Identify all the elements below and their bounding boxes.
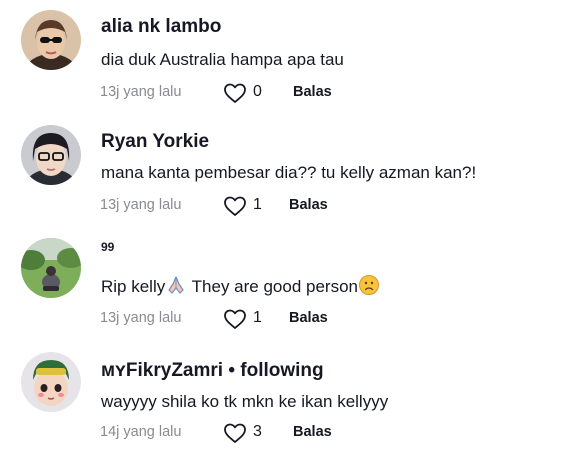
like-button[interactable] [223,82,247,104]
comment-time: 14j yang lalu [100,424,182,440]
reply-button[interactable]: Balas [293,84,332,100]
like-count: 3 [253,423,262,440]
comment-text-end: They are good person [187,277,358,296]
reply-button[interactable]: Balas [289,197,328,213]
comment-text: mana kanta pembesar dia?? tu kelly azman… [101,163,477,182]
reply-button[interactable]: Balas [289,310,328,326]
following-label: • following [223,360,324,381]
comment-username[interactable]: ᴍʏFikryZamri • following [101,360,324,382]
comment-item: Ryan Yorkie mana kanta pembesar dia?? tu… [0,125,581,240]
avatar[interactable] [21,10,81,70]
comment-username[interactable]: Ryan Yorkie [101,131,209,153]
like-count: 1 [253,196,262,213]
heart-outline-icon [224,423,246,443]
heart-outline-icon [224,309,246,329]
comment-item: ᴍʏFikryZamri • following wayyyy shila ko… [0,352,581,467]
comment-text: Rip kelly They are good person [101,274,380,297]
like-count: 0 [253,83,262,100]
comment-text: dia duk Australia hampa apa tau [101,50,344,69]
comment-time: 13j yang lalu [100,84,182,100]
comment-time: 13j yang lalu [100,310,182,326]
comment-text: wayyyy shila ko tk mkn ke ikan kellyyy [101,392,389,411]
avatar-image [21,238,81,298]
avatar[interactable] [21,125,81,185]
avatar-image [21,352,81,412]
sad-face-emoji [359,275,379,295]
avatar-image [21,10,81,70]
like-count: 1 [253,309,262,326]
heart-outline-icon [224,196,246,216]
avatar-image [21,125,81,185]
comment-item: 99 Rip kelly They are good person 13j ya… [0,238,581,353]
comment-username[interactable]: alia nk lambo [101,16,221,38]
avatar[interactable] [21,238,81,298]
comment-time: 13j yang lalu [100,197,182,213]
comment-text-start: Rip kelly [101,277,166,296]
like-button[interactable] [223,308,247,330]
like-button[interactable] [223,422,247,444]
like-button[interactable] [223,195,247,217]
comment-username[interactable]: 99 [101,240,114,254]
comment-item: alia nk lambo dia duk Australia hampa ap… [0,10,581,125]
avatar[interactable] [21,352,81,412]
reply-button[interactable]: Balas [293,424,332,440]
comment-username-text: ᴍʏFikryZamri [101,360,224,381]
folded-hands-emoji [168,276,184,294]
heart-outline-icon [224,83,246,103]
